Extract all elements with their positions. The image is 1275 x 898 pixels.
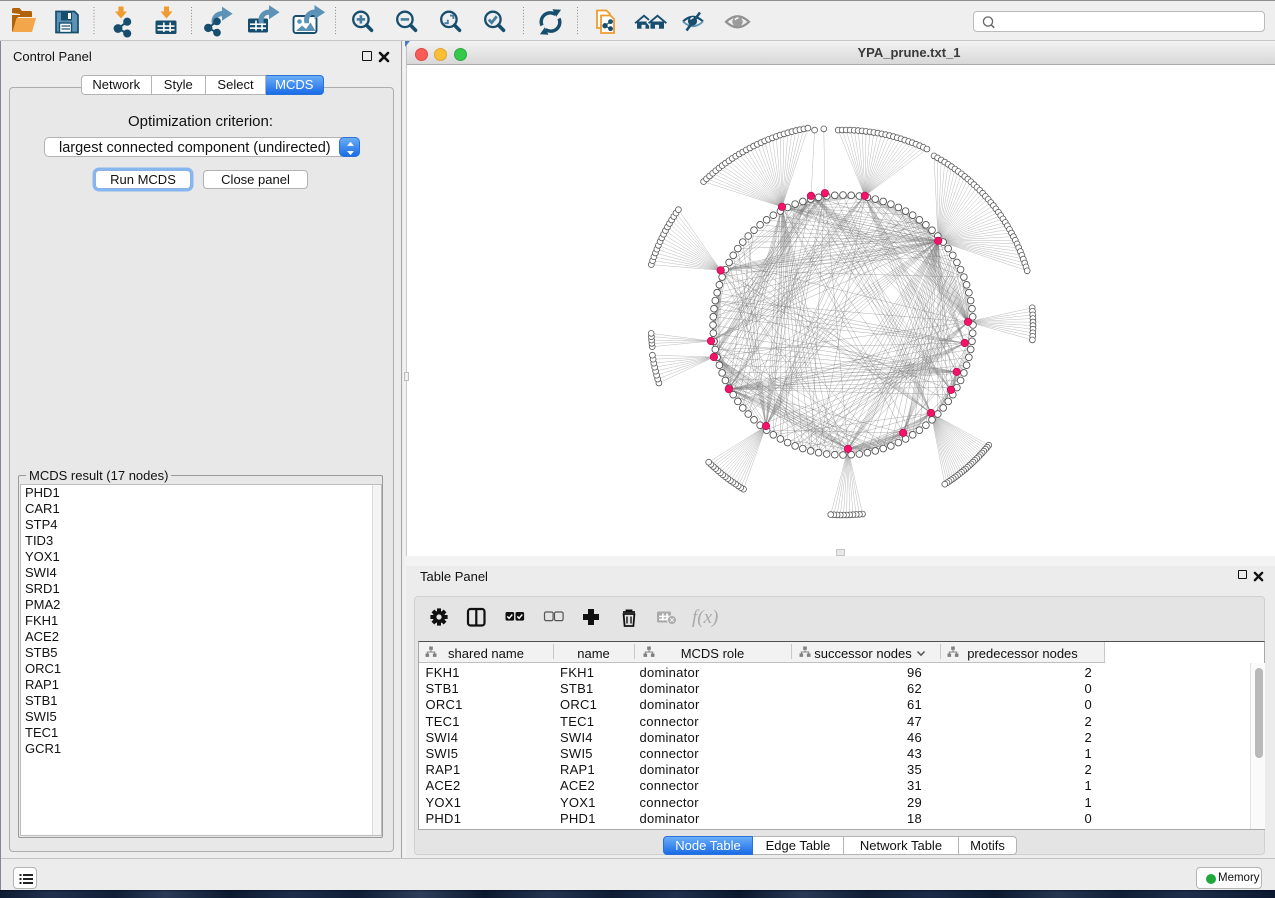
svg-text:f(x): f(x) xyxy=(692,607,718,628)
